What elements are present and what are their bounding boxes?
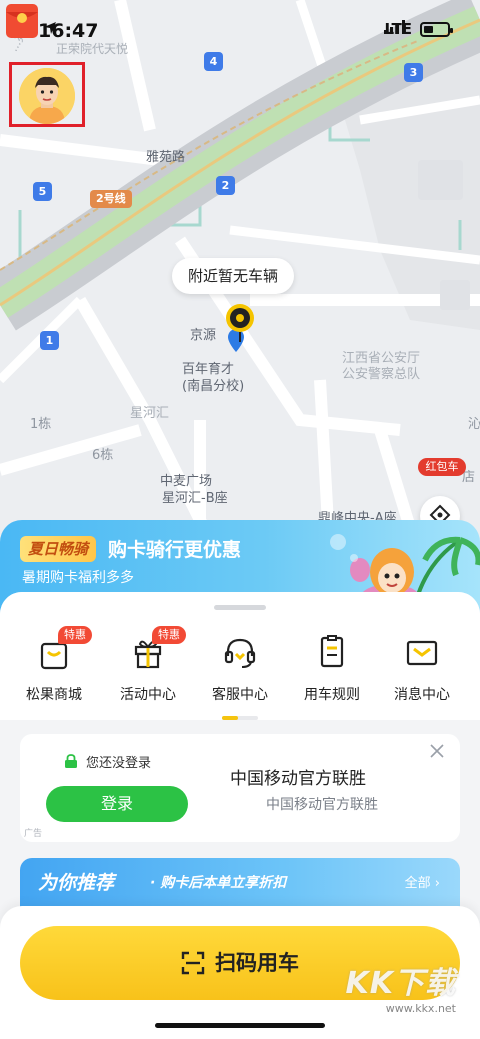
no-vehicle-bubble: 附近暂无车辆 [172, 258, 295, 294]
building-label: 6栋 [92, 448, 114, 463]
menu-page-indicator [222, 716, 258, 720]
scan-button-label: 扫码用车 [215, 951, 299, 975]
menu-item-label: 客服中心 [212, 687, 268, 703]
discount-tag: 特惠 [58, 626, 92, 644]
bus-stop-badge[interactable]: 3 [404, 63, 423, 82]
poi-label: 公安警察总队 [342, 367, 421, 382]
menu-item-mall[interactable]: 特惠 松果商城 [6, 624, 102, 704]
menu-item-rules[interactable]: 用车规则 [284, 624, 380, 704]
red-packet-label[interactable]: 红包车 [418, 458, 466, 476]
bus-stop-badge[interactable]: 2 [216, 176, 235, 195]
battery-icon [420, 21, 453, 37]
recommend-subtitle: · 购卡后本单立享折扣 [150, 875, 287, 891]
place-label: 京源 [190, 328, 217, 343]
status-bar: 16:47 LTE [0, 0, 480, 58]
sheet-top: 特惠 松果商城 特惠 活动中心 客服中心 用车规则 消息中心 [0, 592, 480, 720]
status-indicators: LTE [384, 20, 453, 38]
ad-title: 中国移动官方联胜 [230, 769, 366, 789]
ad-subtitle: 中国移动官方联胜 [266, 797, 378, 813]
mail-icon [406, 640, 438, 666]
scan-panel: 扫码用车 [0, 906, 480, 1039]
scan-to-ride-button[interactable]: 扫码用车 [20, 926, 460, 1000]
street-label: 雅苑路 [146, 150, 186, 165]
document-icon [320, 635, 344, 668]
promo-subtitle: 暑期购卡福利多多 [22, 570, 134, 586]
menu-item-label: 用车规则 [304, 687, 360, 703]
ad-card[interactable]: 您还没登录 登录 中国移动官方联胜 中国移动官方联胜 广告 [20, 734, 460, 842]
home-indicator[interactable] [155, 1023, 325, 1028]
promo-title: 购卡骑行更优惠 [108, 539, 242, 561]
building-label: 1栋 [30, 417, 52, 432]
menu-item-label: 消息中心 [394, 687, 450, 703]
place-label: 星河汇-B座 [162, 491, 228, 506]
recommend-all-link[interactable]: 全部 › [405, 872, 440, 891]
signal-icon [384, 20, 406, 34]
metro-line-badge: 2号线 [90, 190, 132, 208]
menu-item-label: 松果商城 [26, 687, 82, 703]
avatar[interactable] [19, 68, 75, 124]
location-arrow-icon [44, 22, 56, 34]
headset-icon [224, 638, 256, 668]
menu-item-service[interactable]: 客服中心 [192, 624, 288, 704]
menu-item-messages[interactable]: 消息中心 [374, 624, 470, 704]
quick-menu: 特惠 松果商城 特惠 活动中心 客服中心 用车规则 消息中心 [0, 624, 480, 704]
menu-item-label: 活动中心 [120, 687, 176, 703]
login-hint: 您还没登录 [86, 756, 152, 771]
drag-handle[interactable] [214, 605, 266, 610]
ad-mark: 广告 [24, 829, 43, 839]
avatar-highlight [9, 62, 85, 127]
area-label: 星河汇 [130, 406, 170, 421]
scan-icon [181, 951, 205, 975]
bottom-sheet: 特惠 松果商城 特惠 活动中心 客服中心 用车规则 消息中心 您还没登录 登录 … [0, 592, 480, 1039]
school-label-sub: (南昌分校) [182, 379, 245, 394]
promo-tag: 夏日畅骑 [20, 536, 97, 562]
menu-item-activity[interactable]: 特惠 活动中心 [100, 624, 196, 704]
bus-stop-badge[interactable]: 1 [40, 331, 59, 350]
poi-label: 沁 [468, 417, 480, 432]
lock-icon [65, 754, 77, 768]
bus-stop-badge[interactable]: 5 [33, 182, 52, 201]
avatar-icon [19, 68, 75, 124]
map-view[interactable]: 雅苑路 2号线 京源 百年育才 (南昌分校) 星河汇 1栋 6栋 中麦广场 星河… [0, 0, 480, 560]
status-time: 16:47 [38, 20, 98, 42]
recommend-title: 为你推荐 [38, 872, 115, 894]
close-icon[interactable] [428, 742, 446, 760]
discount-tag: 特惠 [152, 626, 186, 644]
login-button[interactable]: 登录 [46, 786, 188, 822]
